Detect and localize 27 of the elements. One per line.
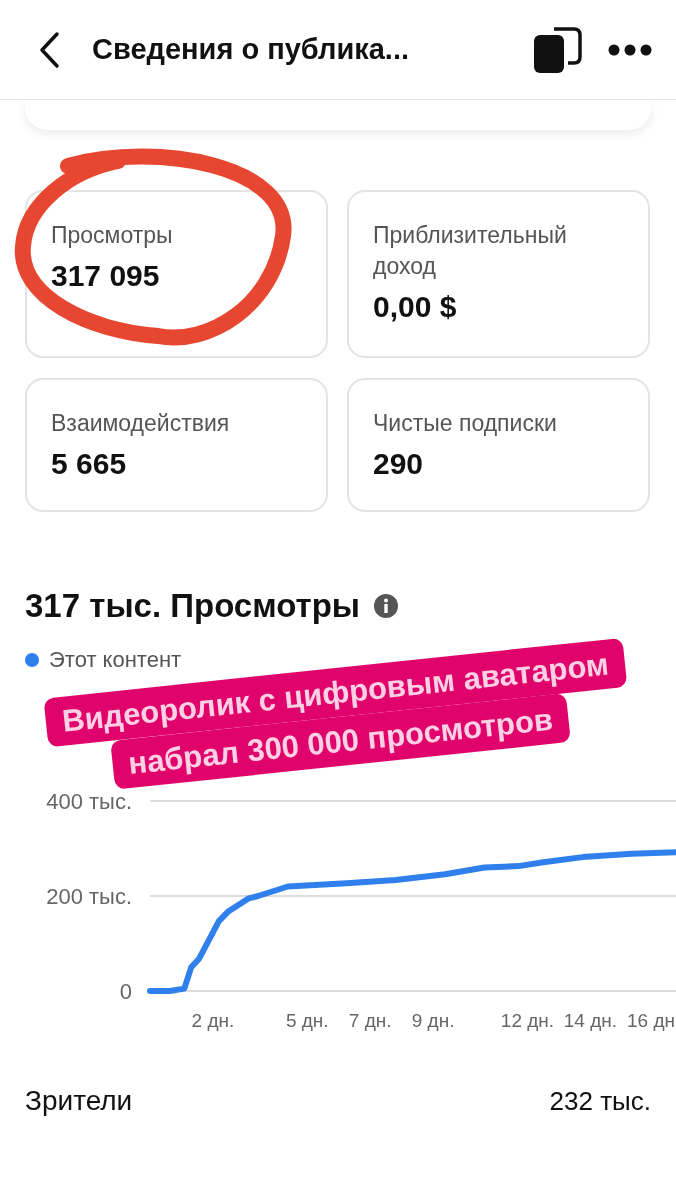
stat-value: 317 095: [51, 259, 161, 294]
stat-label: Взаимодействия: [51, 409, 231, 438]
axis-label: 0: [119, 979, 132, 1004]
axis-label: 2 дн.: [191, 1010, 235, 1031]
legend-label: Этот контент: [49, 647, 182, 673]
axis-label: 14 дн.: [563, 1010, 618, 1031]
stat-label: Чистые подписки: [373, 409, 558, 438]
chevron-left-icon: [38, 30, 60, 69]
stat-value: 5 665: [51, 447, 128, 482]
stat-label: Просмотры: [51, 221, 174, 250]
more-icon: [608, 43, 652, 56]
stat-value: 0,00 $: [373, 290, 458, 325]
copy-icon: [534, 26, 582, 73]
metric-label: Зрители: [25, 1085, 133, 1117]
axis-label: 9 дн.: [411, 1010, 455, 1031]
axis-label: 200 тыс.: [46, 884, 132, 909]
axis-label: 400 тыс.: [46, 789, 132, 814]
axis-label: 16 дн: [627, 1010, 675, 1031]
info-icon[interactable]: [374, 594, 399, 618]
stat-value: 290: [373, 447, 425, 482]
axis-label: 5 дн.: [285, 1010, 329, 1031]
stat-label: Приблизительный доход: [373, 221, 568, 282]
metric-value: 232 тыс.: [549, 1085, 651, 1117]
axis-label: 12 дн.: [500, 1010, 555, 1031]
page-title: Сведения о публика...: [92, 33, 411, 66]
section-heading: 317 тыс. Просмотры: [25, 587, 361, 625]
axis-label: 7 дн.: [348, 1010, 392, 1031]
